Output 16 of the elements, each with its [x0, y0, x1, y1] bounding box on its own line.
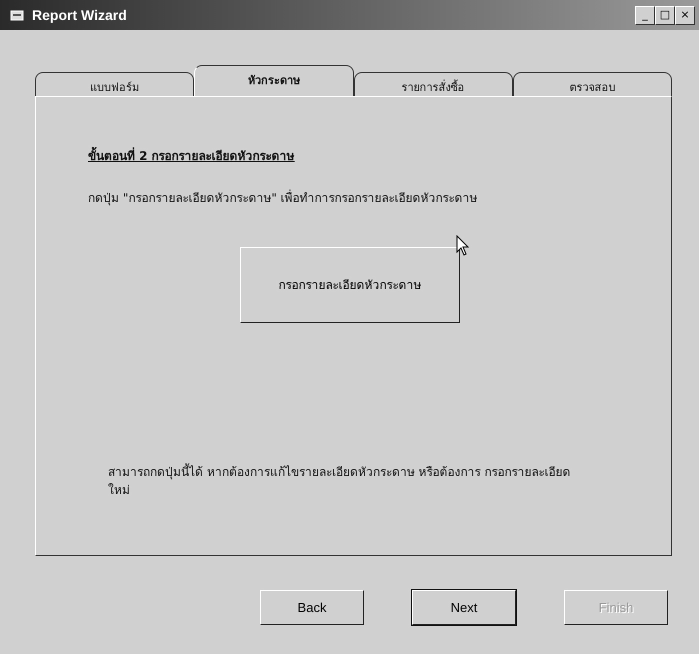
instruction-text: กดปุ่ม "กรอกรายละเอียดหัวกระดาษ" เพื่อทำการกรอกรายละเอียดหัวกระดาษ [88, 189, 479, 207]
app-icon [10, 9, 24, 21]
maximize-button[interactable]: □ [655, 6, 675, 24]
minimize-button[interactable]: _ [635, 6, 655, 24]
note-text: สามารถกดปุ่มนี้ได้ หากต้องการแก้ไขรายละเอียดหัวกระดาษ หรือต้องการ กรอกรายละเอียดใหม่ [108, 463, 572, 499]
back-button[interactable]: Back [260, 590, 364, 625]
window-title: Report Wizard [32, 6, 127, 25]
tab[interactable]: แบบฟอร์ม [35, 72, 194, 96]
tab[interactable]: ตรวจสอบ [512, 72, 672, 96]
close-button[interactable]: × [675, 6, 695, 24]
tab[interactable]: หัวกระดาษ [194, 65, 354, 96]
step-heading: ขั้นตอนที่ 2 กรอกรายละเอียดหัวกระดาษ [88, 147, 671, 165]
pointer-icon [456, 235, 470, 257]
next-button[interactable]: Next [412, 590, 516, 625]
tab[interactable]: รายการสั่งซื้อ [354, 72, 513, 96]
fill-details-button[interactable]: กรอกรายละเอียดหัวกระดาษ [240, 247, 460, 323]
